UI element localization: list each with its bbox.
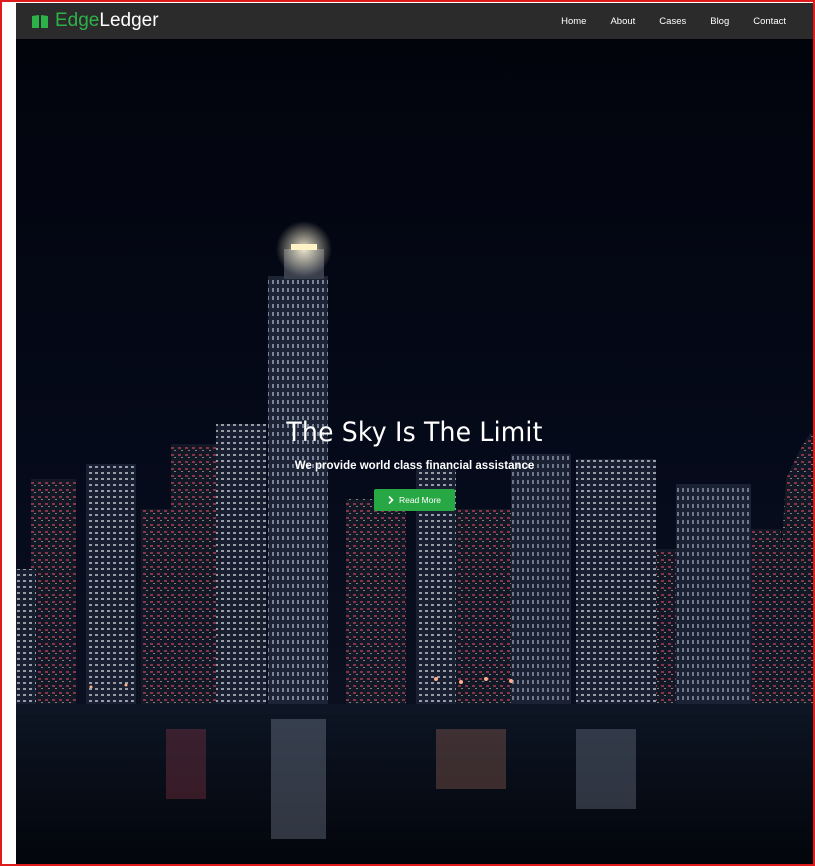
book-icon: [32, 14, 48, 28]
hero-section: The Sky Is The Limit We provide world cl…: [16, 39, 813, 864]
nav-home-link[interactable]: Home: [561, 16, 586, 27]
nav-about-link[interactable]: About: [610, 16, 635, 27]
top-navbar: EdgeLedger Home About Cases Blog Contact: [16, 3, 813, 39]
brand-logo[interactable]: EdgeLedger: [31, 10, 159, 32]
brand-name: EdgeLedger: [55, 10, 159, 32]
hero-title: The Sky Is The Limit: [286, 417, 543, 448]
nav-cases-link[interactable]: Cases: [659, 16, 686, 27]
chevron-right-icon: [388, 496, 394, 504]
nav-blog-link[interactable]: Blog: [710, 16, 729, 27]
read-more-button[interactable]: Read More: [373, 489, 456, 511]
nav-contact-link[interactable]: Contact: [753, 16, 786, 27]
read-more-label: Read More: [398, 495, 442, 505]
nav-menu: Home About Cases Blog Contact: [561, 3, 786, 39]
brand-name-part2: Ledger: [99, 10, 159, 31]
hero-content: The Sky Is The Limit We provide world cl…: [16, 419, 813, 511]
landing-page: EdgeLedger Home About Cases Blog Contact: [16, 3, 813, 864]
brand-name-part1: Edge: [55, 10, 100, 31]
hero-subtitle: We provide world class financial assista…: [294, 460, 535, 472]
